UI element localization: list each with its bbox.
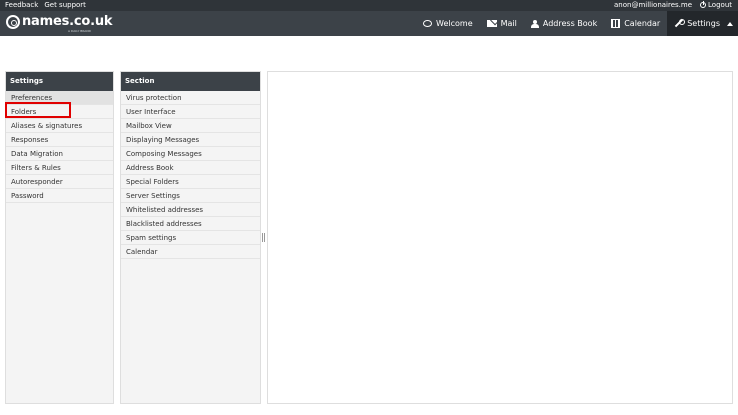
nav-settings[interactable]: Settings bbox=[667, 11, 738, 36]
section-item-displaying-messages[interactable]: Displaying Messages bbox=[121, 133, 260, 147]
settings-item-filters[interactable]: Filters & Rules bbox=[6, 161, 113, 175]
power-icon bbox=[700, 1, 707, 8]
wrench-icon bbox=[674, 19, 686, 28]
section-item-whitelisted[interactable]: Whitelisted addresses bbox=[121, 203, 260, 217]
panel-splitter[interactable] bbox=[262, 233, 265, 242]
nav-welcome-label: Welcome bbox=[436, 19, 473, 28]
main-nav: Welcome Mail Address Book Calendar Setti… bbox=[416, 11, 738, 36]
logout-button[interactable]: Logout bbox=[700, 1, 732, 9]
nav-calendar[interactable]: Calendar bbox=[604, 11, 667, 36]
mail-icon bbox=[486, 20, 497, 27]
section-panel-title: Section bbox=[121, 72, 260, 91]
settings-item-folders[interactable]: Folders bbox=[6, 105, 113, 119]
settings-item-preferences[interactable]: Preferences bbox=[6, 91, 113, 105]
nav-mail-label: Mail bbox=[500, 19, 517, 28]
section-panel: Section Virus protection User Interface … bbox=[120, 71, 261, 404]
section-item-mailbox-view[interactable]: Mailbox View bbox=[121, 119, 260, 133]
caret-up-icon[interactable] bbox=[727, 21, 733, 26]
settings-item-data-migration[interactable]: Data Migration bbox=[6, 147, 113, 161]
section-list: Virus protection User Interface Mailbox … bbox=[121, 91, 260, 259]
section-item-blacklisted[interactable]: Blacklisted addresses bbox=[121, 217, 260, 231]
logo-ring-icon bbox=[6, 14, 20, 29]
user-email: anon@millionaires.me bbox=[614, 1, 693, 9]
settings-panel-title: Settings bbox=[6, 72, 113, 91]
logo[interactable]: names.co.uk A DAILY BRAND bbox=[6, 14, 113, 33]
header: names.co.uk A DAILY BRAND Welcome Mail A… bbox=[0, 11, 738, 36]
section-item-user-interface[interactable]: User Interface bbox=[121, 105, 260, 119]
section-item-server-settings[interactable]: Server Settings bbox=[121, 189, 260, 203]
nav-address-book[interactable]: Address Book bbox=[524, 11, 604, 36]
section-item-calendar[interactable]: Calendar bbox=[121, 245, 260, 259]
support-link[interactable]: Get support bbox=[44, 1, 86, 9]
top-bar: Feedback Get support anon@millionaires.m… bbox=[0, 0, 738, 11]
nav-mail[interactable]: Mail bbox=[480, 11, 524, 36]
calendar-icon bbox=[611, 19, 621, 28]
contacts-icon bbox=[530, 19, 539, 28]
feedback-link[interactable]: Feedback bbox=[5, 1, 38, 9]
settings-list: Preferences Folders Aliases & signatures… bbox=[6, 91, 113, 203]
logo-subtitle: A DAILY BRAND bbox=[68, 29, 91, 33]
content-panel bbox=[267, 71, 733, 404]
nav-welcome[interactable]: Welcome bbox=[416, 11, 480, 36]
section-item-virus-protection[interactable]: Virus protection bbox=[121, 91, 260, 105]
settings-item-responses[interactable]: Responses bbox=[6, 133, 113, 147]
logo-text: names.co.uk bbox=[22, 14, 113, 29]
chat-icon bbox=[423, 20, 433, 27]
settings-item-aliases[interactable]: Aliases & signatures bbox=[6, 119, 113, 133]
section-item-special-folders[interactable]: Special Folders bbox=[121, 175, 260, 189]
logout-label: Logout bbox=[708, 1, 732, 9]
section-item-address-book[interactable]: Address Book bbox=[121, 161, 260, 175]
nav-settings-label: Settings bbox=[687, 19, 720, 28]
settings-panel: Settings Preferences Folders Aliases & s… bbox=[5, 71, 114, 404]
section-item-composing-messages[interactable]: Composing Messages bbox=[121, 147, 260, 161]
settings-item-password[interactable]: Password bbox=[6, 189, 113, 203]
nav-calendar-label: Calendar bbox=[624, 19, 661, 28]
section-item-spam-settings[interactable]: Spam settings bbox=[121, 231, 260, 245]
nav-address-book-label: Address Book bbox=[542, 19, 598, 28]
settings-item-autoresponder[interactable]: Autoresponder bbox=[6, 175, 113, 189]
